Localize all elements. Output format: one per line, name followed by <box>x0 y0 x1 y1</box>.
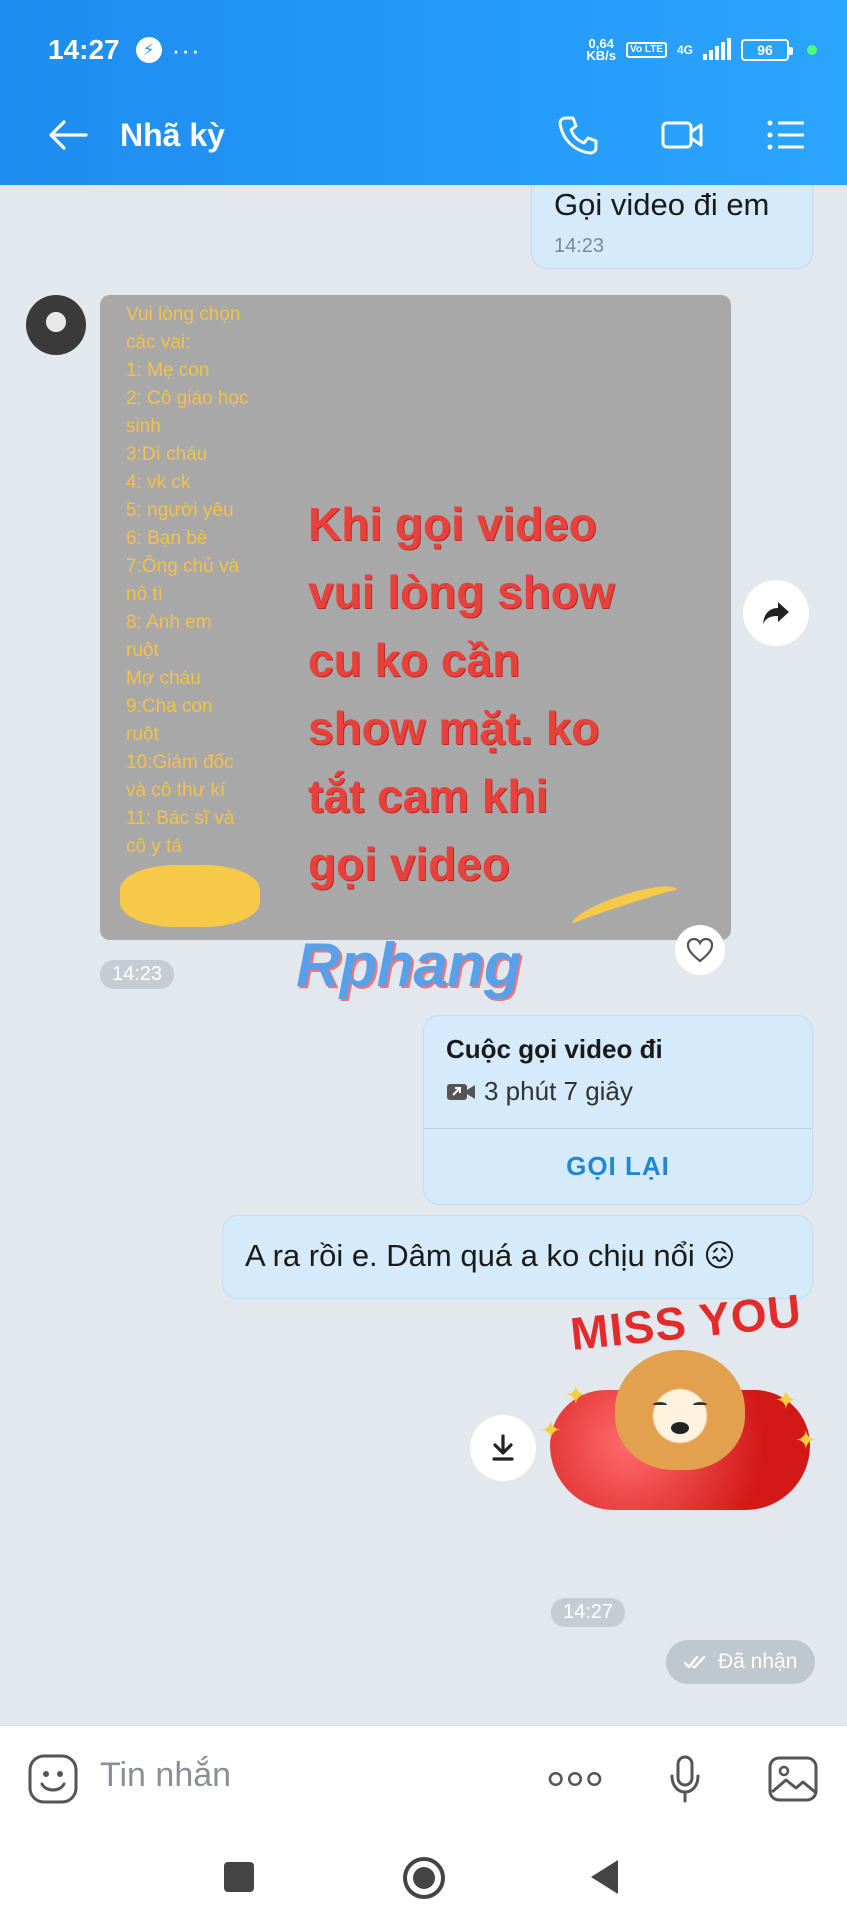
shiba-dog-image <box>615 1350 745 1470</box>
battery-icon: 96 <box>741 39 793 61</box>
call-log-card[interactable]: Cuộc gọi video đi 3 phút 7 giây GỌI LẠI <box>423 1015 813 1205</box>
heart-outline-icon <box>686 937 714 963</box>
message-time: 14:23 <box>554 235 605 257</box>
avatar[interactable] <box>26 295 86 355</box>
messenger-icon: ⚡ <box>135 37 162 63</box>
call-duration-row: 3 phút 7 giây <box>446 1076 633 1107</box>
download-icon <box>492 1434 514 1461</box>
sticker-time: 14:27 <box>551 1598 626 1627</box>
privacy-indicator-icon <box>807 45 817 55</box>
more-dots-icon <box>548 1771 602 1787</box>
circle-icon <box>403 1857 445 1899</box>
nav-bar: Nhã kỳ <box>0 105 847 165</box>
menu-list-icon[interactable] <box>764 113 808 157</box>
home-button[interactable] <box>402 1856 446 1905</box>
chat-title[interactable]: Nhã kỳ <box>120 117 225 154</box>
download-button[interactable] <box>470 1415 536 1481</box>
app-header: 14:27 ⚡ ··· 0,64 KB/s Vo LTE 4G 96 Nhã k… <box>0 0 847 185</box>
status-right: 0,64 KB/s Vo LTE 4G 96 <box>586 36 817 63</box>
network-type: 4G <box>676 43 693 57</box>
message-text: A ra rồi e. Dâm quá a ko chịu nổi 😖 <box>245 1238 736 1273</box>
image-red-text: Khi gọi video vui lòng show cu ko cần sh… <box>308 498 615 890</box>
sparkle-icon: ✦ <box>565 1380 587 1410</box>
censor-blob <box>120 865 260 927</box>
sparkle-icon: ✦ <box>540 1415 562 1445</box>
call-back-button[interactable]: GỌI LẠI <box>424 1128 812 1204</box>
emoji-button[interactable] <box>26 1752 80 1806</box>
phone-icon[interactable] <box>556 113 600 157</box>
image-message[interactable]: Vui lòng chọn các vai: 1: Mẹ con 2: Cô g… <box>100 295 731 940</box>
square-icon <box>224 1862 254 1892</box>
voice-record-button[interactable] <box>658 1752 712 1806</box>
outgoing-message[interactable]: Gọi video đi em 14:23 <box>531 185 813 269</box>
status-bar: 14:27 ⚡ ··· 0,64 KB/s Vo LTE 4G 96 <box>48 30 817 70</box>
message-text: Gọi video đi em <box>554 187 770 222</box>
video-camera-icon[interactable] <box>660 113 704 157</box>
triangle-back-icon <box>591 1860 618 1894</box>
outgoing-message[interactable]: A ra rồi e. Dâm quá a ko chịu nổi 😖 <box>222 1215 813 1299</box>
network-speed: 0,64 KB/s <box>586 36 617 63</box>
message-input-bar: Tin nhắn <box>0 1725 847 1830</box>
sparkle-icon: ✦ <box>795 1425 817 1455</box>
share-forward-button[interactable] <box>743 580 809 646</box>
microphone-icon <box>670 1755 700 1803</box>
message-input[interactable]: Tin nhắn <box>100 1756 231 1795</box>
forward-arrow-icon <box>763 602 789 624</box>
image-role-list: Vui lòng chọn các vai: 1: Mẹ con 2: Cô g… <box>126 304 249 857</box>
delivered-status: Đã nhận <box>666 1640 816 1684</box>
react-heart-button[interactable] <box>675 925 725 975</box>
sticker-miss-you[interactable]: MISS YOU ✦ ✦ ✦ ✦ <box>540 1284 825 1515</box>
double-check-icon <box>684 1655 706 1669</box>
image-time: 14:23 <box>100 960 175 989</box>
call-title: Cuộc gọi video đi <box>446 1034 663 1064</box>
status-time: 14:27 <box>48 34 120 65</box>
recent-apps-button[interactable] <box>222 1860 256 1899</box>
video-call-out-icon <box>447 1083 475 1100</box>
more-options-button[interactable] <box>548 1752 602 1806</box>
chat-area[interactable]: Gọi video đi em 14:23 Vui lòng chọn các … <box>0 185 847 1725</box>
sparkle-icon: ✦ <box>775 1385 797 1415</box>
sticker-emoji-icon <box>28 1754 78 1804</box>
volte-badge: Vo LTE <box>626 42 667 58</box>
gallery-button[interactable] <box>766 1752 820 1806</box>
image-gallery-icon <box>768 1756 818 1802</box>
system-navigation-bar <box>0 1830 847 1931</box>
signal-icon <box>703 38 731 60</box>
back-arrow-icon[interactable] <box>48 117 88 153</box>
back-button[interactable] <box>588 1858 622 1901</box>
more-notifications-icon: ··· <box>171 34 201 65</box>
watermark-logo: Rphang <box>296 931 522 1000</box>
